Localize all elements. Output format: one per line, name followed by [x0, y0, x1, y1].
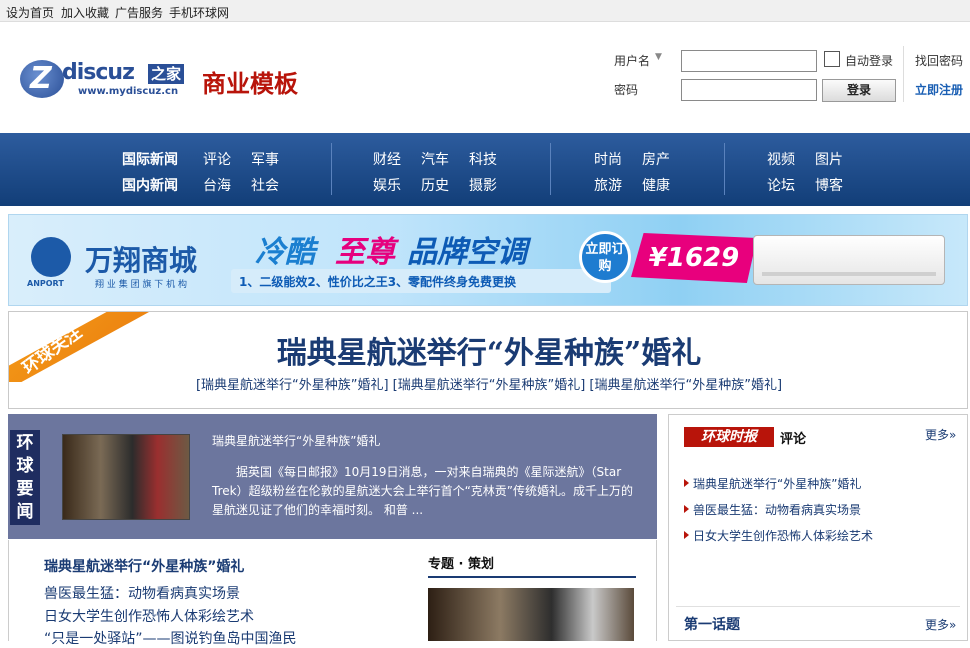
nav-tech[interactable]: 科技 — [469, 149, 497, 169]
nav-forum[interactable]: 论坛 — [767, 175, 795, 195]
password-label: 密码 — [614, 83, 639, 97]
banner-brand: 万翔商城 — [85, 244, 198, 277]
username-input[interactable] — [681, 50, 817, 72]
logo-mark-icon — [20, 60, 64, 98]
logo-tagline: 商业模板 — [202, 70, 298, 98]
add-favorite-link[interactable]: 加入收藏 — [61, 4, 109, 21]
headline-title[interactable]: 瑞典星航迷举行“外星种族”婚礼 — [9, 328, 967, 372]
nav-divider — [724, 143, 725, 195]
nav-realestate[interactable]: 房产 — [642, 149, 670, 169]
comment-item[interactable]: 瑞典星航迷举行“外星种族”婚礼 — [684, 475, 861, 492]
topic-photo[interactable] — [428, 588, 634, 641]
nav-health[interactable]: 健康 — [642, 175, 670, 195]
set-homepage-link[interactable]: 设为首页 — [6, 4, 54, 21]
logo-brand: discuz — [62, 60, 135, 85]
nav-auto[interactable]: 汽车 — [421, 149, 449, 169]
nav-fashion[interactable]: 时尚 — [594, 149, 622, 169]
headline-box: 环球关注 瑞典星航迷举行“外星种族”婚礼 [瑞典星航迷举行“外星种族”婚礼] [… — [8, 311, 968, 409]
nav-entertainment[interactable]: 娱乐 — [373, 175, 401, 195]
username-label: 用户名 — [614, 54, 651, 68]
login-divider — [903, 46, 904, 102]
banner-brand-sub: 翔 业 集 团 旗 下 机 构 — [95, 280, 188, 290]
bullet-icon — [684, 479, 689, 487]
nav-photography[interactable]: 摄影 — [469, 175, 497, 195]
username-dropdown-icon[interactable]: ▼ — [655, 52, 662, 62]
comment-more-link[interactable]: 更多» — [925, 426, 956, 443]
bullet-icon — [684, 505, 689, 513]
list-item[interactable]: 兽医最生猛：动物看病真实场景 — [44, 583, 240, 603]
banner-slogan-2: 至尊 — [335, 235, 395, 270]
news-title[interactable]: 瑞典星航迷举行“外星种族”婚礼 — [212, 432, 380, 449]
nav-intl-news[interactable]: 国际新闻 — [122, 149, 178, 169]
air-conditioner-image — [753, 235, 945, 285]
topic-header: 专题 · 策划 — [428, 553, 636, 578]
login-button[interactable]: 登录 — [822, 79, 896, 102]
nav-divider — [550, 143, 551, 195]
main-nav: 国际新闻 评论 军事 国内新闻 台海 社会 财经 汽车 科技 娱乐 历史 摄影 … — [0, 133, 970, 206]
bullet-icon — [684, 531, 689, 539]
news-summary: 据英国《每日邮报》10月19日消息，一对来自瑞典的《星际迷航》（Star Tre… — [212, 465, 634, 517]
first-topic-more-link[interactable]: 更多» — [925, 616, 956, 633]
password-input[interactable] — [681, 79, 817, 101]
nav-divider — [331, 143, 332, 195]
nav-society[interactable]: 社会 — [251, 175, 279, 195]
find-password-link[interactable]: 找回密码 — [915, 52, 963, 69]
comment-item[interactable]: 日女大学生创作恐怖人体彩绘艺术 — [684, 527, 873, 544]
nav-pictures[interactable]: 图片 — [815, 149, 843, 169]
nav-travel[interactable]: 旅游 — [594, 175, 622, 195]
order-badge[interactable]: 立即订购 — [579, 231, 631, 283]
logo-url: www.mydiscuz.cn — [78, 86, 179, 97]
nav-taiwan[interactable]: 台海 — [203, 175, 231, 195]
nav-blog[interactable]: 博客 — [815, 175, 843, 195]
nav-video[interactable]: 视频 — [767, 149, 795, 169]
news-photo[interactable] — [62, 434, 190, 520]
price-tag: ¥1629 — [631, 233, 757, 283]
logo-home-badge: 之家 — [148, 64, 185, 84]
top-bar: 设为首页 加入收藏 广告服务 手机环球网 — [0, 0, 970, 22]
panel-divider — [676, 606, 960, 607]
comment-item[interactable]: 兽医最生猛：动物看病真实场景 — [684, 501, 861, 518]
nav-history[interactable]: 历史 — [421, 175, 449, 195]
anport-logo-icon — [31, 237, 71, 277]
mobile-site-link[interactable]: 手机环球网 — [169, 4, 229, 21]
list-item[interactable]: “只是一处驿站”——图说钓鱼岛中国渔民 — [44, 628, 297, 648]
auto-login-label: 自动登录 — [845, 54, 894, 68]
banner-features: 1、二级能效2、性价比之王3、零配件终身免费更换 — [239, 275, 517, 289]
register-link[interactable]: 立即注册 — [915, 81, 963, 98]
nav-comment[interactable]: 评论 — [203, 149, 231, 169]
site-logo[interactable]: discuz 之家 www.mydiscuz.cn 商业模板 — [20, 58, 320, 102]
headline-sub-links[interactable]: [瑞典星航迷举行“外星种族”婚礼] [瑞典星航迷举行“外星种族”婚礼] [瑞典星… — [9, 374, 967, 393]
nav-finance[interactable]: 财经 — [373, 149, 401, 169]
first-topic-title: 第一话题 — [684, 617, 740, 633]
banner-brand-en: ANPORT — [27, 279, 64, 288]
list-headline[interactable]: 瑞典星航迷举行“外星种族”婚礼 — [44, 556, 244, 576]
nav-military[interactable]: 军事 — [251, 149, 279, 169]
global-times-logo: 环球时报 — [684, 427, 774, 447]
comment-title: 评论 — [780, 432, 807, 447]
ad-banner[interactable]: ANPORT 万翔商城 翔 业 集 团 旗 下 机 构 冷酷 至尊 品牌空调 1… — [8, 214, 968, 306]
list-item[interactable]: 日女大学生创作恐怖人体彩绘艺术 — [44, 606, 254, 626]
banner-slogan-1: 冷酷 — [255, 235, 315, 270]
top-news-label: 环球要闻 — [10, 430, 40, 525]
ad-service-link[interactable]: 广告服务 — [115, 4, 163, 21]
banner-slogan-3: 品牌空调 — [407, 235, 527, 270]
nav-domestic-news[interactable]: 国内新闻 — [122, 175, 178, 195]
auto-login-checkbox[interactable] — [824, 51, 840, 67]
